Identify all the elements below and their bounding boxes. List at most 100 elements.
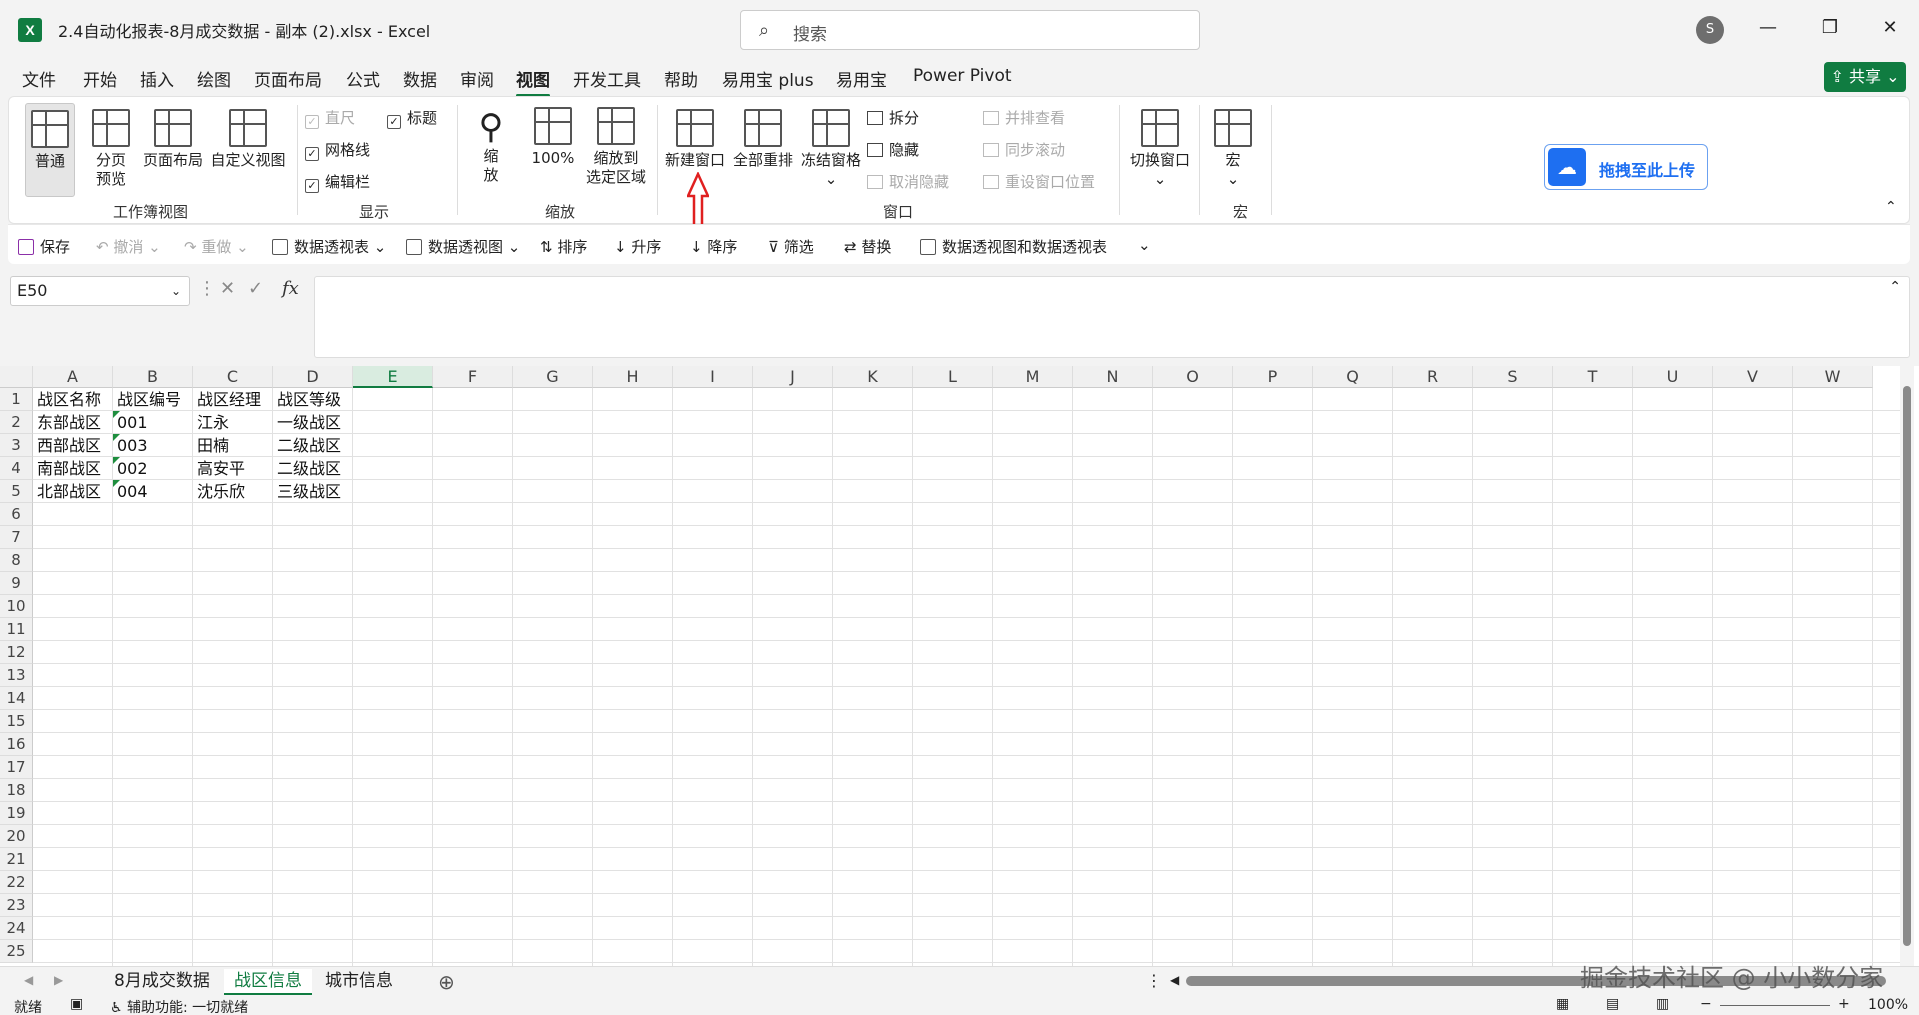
row-header[interactable]: 13 — [0, 664, 33, 687]
cancel-edit-icon[interactable]: ✕ — [220, 278, 235, 299]
sort-ascending-button[interactable]: ↓ 升序 — [614, 236, 661, 257]
cell[interactable]: 战区名称 — [33, 388, 113, 411]
cell[interactable]: 南部战区 — [33, 457, 113, 480]
cell[interactable]: 001 — [113, 411, 193, 434]
column-header[interactable]: N — [1073, 366, 1153, 388]
column-header[interactable]: G — [513, 366, 593, 388]
row-header[interactable]: 21 — [0, 848, 33, 871]
account-avatar[interactable]: S — [1696, 16, 1724, 44]
tab-help[interactable]: 帮助 — [664, 66, 698, 91]
row-header[interactable]: 24 — [0, 917, 33, 940]
undo-button[interactable]: ↶ 撤消 ⌄ — [96, 236, 161, 257]
row-header[interactable]: 18 — [0, 779, 33, 802]
macros-button[interactable]: 宏 ⌄ — [1209, 109, 1257, 189]
name-box[interactable]: E50 ⌄ — [10, 276, 190, 306]
column-header[interactable]: L — [913, 366, 993, 388]
cell[interactable]: 东部战区 — [33, 411, 113, 434]
redo-button[interactable]: ↷ 重做 ⌄ — [184, 236, 249, 257]
column-header[interactable]: E — [353, 366, 433, 388]
row-header[interactable]: 4 — [0, 457, 33, 480]
add-sheet-icon[interactable]: ⊕ — [438, 970, 455, 994]
minimize-icon[interactable]: — — [1752, 12, 1784, 44]
cell[interactable]: 一级战区 — [273, 411, 353, 434]
page-layout-status-icon[interactable]: ▤ — [1606, 996, 1619, 1012]
row-header[interactable]: 14 — [0, 687, 33, 710]
tab-file[interactable]: 文件 — [22, 66, 56, 91]
sheet-tab-city-info[interactable]: 城市信息 — [315, 969, 403, 995]
column-header[interactable]: R — [1393, 366, 1473, 388]
gridlines-checkbox[interactable]: ✓ 网格线 — [305, 139, 370, 161]
row-header[interactable]: 6 — [0, 503, 33, 526]
cell[interactable]: 西部战区 — [33, 434, 113, 457]
page-break-preview-button[interactable]: 分页 预览 — [83, 109, 139, 189]
cell[interactable]: 战区经理 — [193, 388, 273, 411]
more-options-icon[interactable]: ⋮ — [1146, 971, 1162, 990]
more-options-icon[interactable]: ⋮ — [198, 278, 216, 299]
row-header[interactable]: 10 — [0, 595, 33, 618]
column-header[interactable]: H — [593, 366, 673, 388]
freeze-panes-button[interactable]: 冻结窗格 ⌄ — [797, 109, 865, 189]
side-by-side-button[interactable]: 并排查看 — [983, 107, 1065, 128]
tab-review[interactable]: 审阅 — [460, 66, 494, 91]
cell[interactable]: 江永 — [193, 411, 273, 434]
scroll-left-icon[interactable]: ◀ — [1170, 973, 1179, 987]
cell[interactable]: 北部战区 — [33, 480, 113, 503]
zoom-to-selection-button[interactable]: 缩放到 选定区域 — [581, 107, 651, 187]
tab-power-pivot[interactable]: Power Pivot — [913, 66, 1012, 86]
save-button[interactable]: 保存 — [18, 236, 70, 257]
tab-home[interactable]: 开始 — [83, 66, 117, 91]
cell[interactable]: 战区编号 — [113, 388, 193, 411]
cell[interactable]: 002 — [113, 457, 193, 480]
tab-insert[interactable]: 插入 — [140, 66, 174, 91]
pivot-chart-and-table-button[interactable]: 数据透视图和数据透视表 — [920, 236, 1107, 257]
formula-bar-checkbox[interactable]: ✓ 编辑栏 — [305, 171, 370, 193]
switch-windows-button[interactable]: 切换窗口 ⌄ — [1123, 109, 1197, 189]
zoom-slider[interactable] — [1720, 1005, 1830, 1006]
row-header[interactable]: 9 — [0, 572, 33, 595]
number-as-text-warning-icon[interactable] — [113, 411, 120, 418]
row-header[interactable]: 2 — [0, 411, 33, 434]
column-header[interactable]: D — [273, 366, 353, 388]
tab-data[interactable]: 数据 — [403, 66, 437, 91]
tab-yiyongbao-plus[interactable]: 易用宝 plus — [722, 66, 814, 91]
ruler-checkbox[interactable]: ✓ 直尺 — [305, 107, 355, 129]
collapse-ribbon-icon[interactable]: ⌃ — [1885, 199, 1897, 215]
unhide-button[interactable]: 取消隐藏 — [867, 171, 949, 192]
cell[interactable]: 战区等级 — [273, 388, 353, 411]
column-header[interactable]: A — [33, 366, 113, 388]
column-header[interactable]: T — [1553, 366, 1633, 388]
row-header[interactable]: 3 — [0, 434, 33, 457]
cell[interactable]: 004 — [113, 480, 193, 503]
column-header[interactable]: J — [753, 366, 833, 388]
row-header[interactable]: 22 — [0, 871, 33, 894]
sheet-tab-august-deals[interactable]: 8月成交数据 — [104, 969, 220, 995]
row-header[interactable]: 20 — [0, 825, 33, 848]
page-break-status-icon[interactable]: ▥ — [1656, 996, 1669, 1012]
row-header[interactable]: 16 — [0, 733, 33, 756]
cell[interactable]: 田楠 — [193, 434, 273, 457]
column-header[interactable]: M — [993, 366, 1073, 388]
column-header[interactable]: F — [433, 366, 513, 388]
close-icon[interactable]: ✕ — [1874, 12, 1906, 44]
reset-window-position-button[interactable]: 重设窗口位置 — [983, 171, 1095, 192]
confirm-edit-icon[interactable]: ✓ — [248, 278, 263, 299]
cell[interactable]: 三级战区 — [273, 480, 353, 503]
column-header[interactable]: C — [193, 366, 273, 388]
column-header[interactable]: V — [1713, 366, 1793, 388]
column-header[interactable]: P — [1233, 366, 1313, 388]
tab-view[interactable]: 视图 — [516, 66, 550, 97]
zoom-100-button[interactable]: 100% — [527, 107, 579, 168]
pivot-chart-button[interactable]: 数据透视图 ⌄ — [406, 236, 520, 257]
custom-views-button[interactable]: 自定义视图 — [203, 109, 293, 170]
row-header[interactable]: 5 — [0, 480, 33, 503]
hide-button[interactable]: 隐藏 — [867, 139, 919, 160]
tab-formulas[interactable]: 公式 — [346, 66, 380, 91]
number-as-text-warning-icon[interactable] — [113, 457, 120, 464]
column-header[interactable]: B — [113, 366, 193, 388]
vertical-scrollbar[interactable] — [1900, 366, 1914, 966]
column-header[interactable]: Q — [1313, 366, 1393, 388]
tab-draw[interactable]: 绘图 — [197, 66, 231, 91]
vertical-scroll-thumb[interactable] — [1903, 386, 1911, 946]
row-header[interactable]: 15 — [0, 710, 33, 733]
sync-scroll-button[interactable]: 同步滚动 — [983, 139, 1065, 160]
